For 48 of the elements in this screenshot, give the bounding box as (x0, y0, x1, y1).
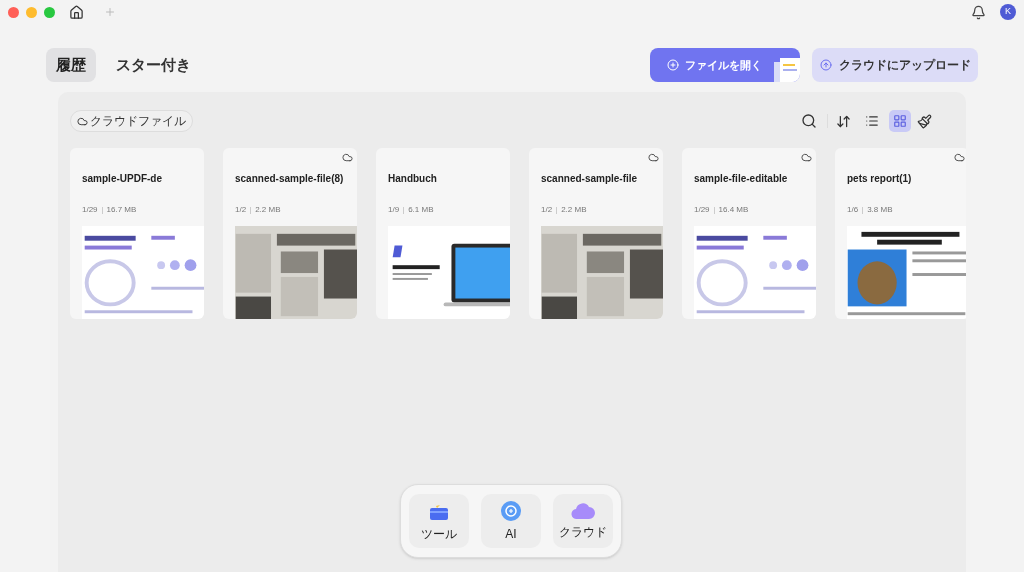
file-card[interactable]: scanned-sample-file(8) 1/2 2.2 MB (223, 148, 357, 319)
file-name: sample-UPDF-de (81, 172, 163, 186)
grid-view-button[interactable] (889, 110, 911, 132)
file-size: 16.7 MB (106, 204, 137, 216)
upload-icon (819, 59, 832, 71)
cloud-icon (571, 501, 595, 520)
page-count: 1/2 (541, 204, 553, 216)
cloud-files-filter[interactable]: クラウドファイル (70, 110, 193, 132)
avatar[interactable]: K (1000, 4, 1016, 20)
cloud-icon (77, 115, 88, 127)
list-icon (865, 114, 879, 128)
file-name: pets report(1) (846, 172, 913, 186)
tab[interactable]: スター付き (106, 48, 201, 82)
file-size: 3.8 MB (867, 204, 893, 216)
file-card[interactable]: scanned-sample-file 1/2 2.2 MB (529, 148, 663, 319)
close-window-control[interactable] (8, 6, 19, 18)
file-card[interactable]: Handbuch 1/9 6.1 MB (376, 148, 510, 319)
dock-item[interactable]: ツール (409, 494, 469, 548)
file-card[interactable]: pets report(1) 1/6 3.8 MB (835, 148, 966, 319)
file-name: Handbuch (387, 172, 438, 186)
file-size: 2.2 MB (255, 204, 281, 216)
file-name: sample-file-editable (693, 172, 789, 186)
notification-icon[interactable] (971, 4, 986, 20)
file-size: 2.2 MB (561, 204, 587, 216)
page-count: 1/29 (82, 204, 98, 216)
page-count: 1/2 (235, 204, 247, 216)
cloud-upload-button[interactable]: クラウドにアップロード (812, 48, 978, 82)
file-size: 16.4 MB (718, 204, 749, 216)
file-name: scanned-sample-file(8) (234, 172, 345, 186)
page-count: 1/6 (847, 204, 859, 216)
sort-icon[interactable] (836, 113, 851, 129)
page-count: 1/9 (388, 204, 400, 216)
open-file-button[interactable]: ファイルを開く (650, 48, 800, 82)
documents-icon (772, 56, 800, 82)
tab[interactable]: 履歴 (46, 48, 96, 82)
page-count: 1/29 (694, 204, 710, 216)
plus-icon (667, 59, 679, 71)
file-card[interactable]: sample-file-editable 1/29 16.4 MB (682, 148, 816, 319)
file-name: scanned-sample-file (540, 172, 639, 186)
file-size: 6.1 MB (408, 204, 434, 216)
search-icon[interactable] (801, 113, 817, 129)
home-icon[interactable] (69, 4, 84, 20)
clean-icon[interactable] (917, 113, 932, 129)
file-card[interactable]: sample-UPDF-de 1/29 16.7 MB (70, 148, 204, 319)
grid-icon (893, 114, 907, 128)
ai-orb-icon (500, 499, 522, 522)
dock-item[interactable]: AI (481, 494, 541, 548)
dock-item[interactable]: クラウド (553, 494, 613, 548)
